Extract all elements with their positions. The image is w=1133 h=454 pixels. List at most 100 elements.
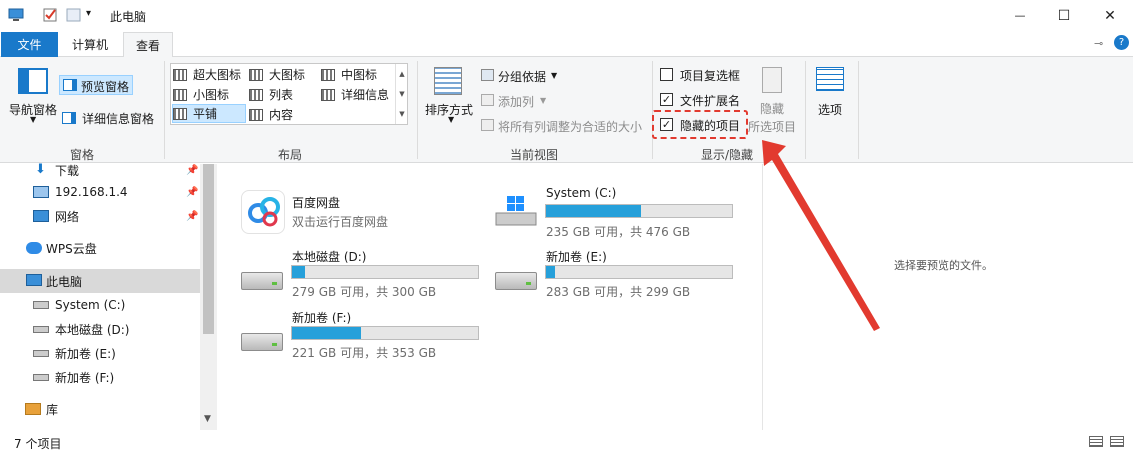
nav-item-drive-c[interactable]: System (C:) [0,293,200,317]
nav-item-this-pc[interactable]: 此电脑 [0,269,200,293]
drive-icon [495,272,537,290]
nav-item-label: System (C:) [55,298,126,312]
nav-scrollbar[interactable]: ▼ [200,164,217,430]
drive-free-space: 279 GB 可用，共 300 GB [292,285,437,299]
nav-item-downloads[interactable]: ⬇ 下载 📌 [0,158,200,182]
layout-item-label: 大图标 [269,68,306,82]
nav-item-label: 库 [46,402,59,417]
computer-icon[interactable] [8,8,24,22]
quick-access-dropdown[interactable]: ▾ [86,8,102,22]
layout-group-label: 布局 [278,148,303,162]
layout-medium-icons[interactable]: 中图标 [321,65,377,84]
options-button[interactable]: 选项 [818,101,842,118]
drive-name: 新加卷 (F:) [292,311,352,325]
drive-free-space: 235 GB 可用，共 476 GB [546,225,691,239]
drive-tile-c[interactable]: System (C:) 235 GB 可用，共 476 GB [493,186,743,239]
layout-scroll[interactable]: ▲ ▼ ▼ [395,64,408,124]
details-view-icon[interactable] [1089,436,1103,447]
help-icon[interactable]: ? [1114,35,1129,50]
details-pane-button[interactable]: 详细信息窗格 [82,110,154,127]
drive-name: System (C:) [546,186,617,200]
size-all-columns-button[interactable]: 将所有列调整为合适的大小 [498,118,642,135]
expand-icon[interactable]: ▼ [396,104,408,124]
layout-item-label: 小图标 [193,88,230,102]
nav-item-wps-cloud[interactable]: WPS云盘 [0,236,200,260]
dropdown-arrow-icon: ▼ [540,96,547,105]
scroll-down-icon[interactable]: ▼ [396,84,408,104]
nav-item-network[interactable]: 网络 📌 [0,204,200,228]
pin-ribbon-icon[interactable]: ⊸ [1094,37,1103,50]
content-area: 百度网盘 双击运行百度网盘 System (C:) 235 GB 可用，共 47… [217,164,762,430]
baidu-netdisk-item[interactable]: 百度网盘 双击运行百度网盘 [239,188,469,236]
layout-large-icons[interactable]: 大图标 [249,65,305,84]
item-checkboxes-checkbox[interactable] [660,68,673,81]
close-button[interactable]: ✕ [1087,0,1133,31]
nav-item-label: 网络 [55,209,80,224]
layout-item-label: 内容 [269,108,294,122]
new-folder-icon[interactable] [66,8,82,22]
drive-usage-bar [545,265,733,279]
layout-details[interactable]: 详细信息 [321,85,389,104]
scroll-thumb[interactable] [203,164,214,334]
tiles-icon [249,68,263,81]
pin-icon[interactable]: 📌 [186,187,198,198]
nav-item-drive-f[interactable]: 新加卷 (F:) [0,365,200,389]
drive-usage-fill [546,205,641,217]
dropdown-arrow-icon: ▼ [551,71,558,80]
nav-item-drive-d[interactable]: 本地磁盘 (D:) [0,317,200,341]
layout-extra-large-icons[interactable]: 超大图标 [173,65,241,84]
nav-item-drive-e[interactable]: 新加卷 (E:) [0,341,200,365]
add-columns-button[interactable]: 添加列 [498,93,534,110]
options-icon[interactable] [816,67,844,91]
drive-icon [241,333,283,351]
nav-item-label: 下载 [55,163,80,178]
sort-icon[interactable] [434,67,462,95]
tab-computer[interactable]: 计算机 [60,32,120,57]
tab-view[interactable]: 查看 [123,32,173,58]
preview-placeholder: 选择要预览的文件。 [894,259,993,272]
layout-list[interactable]: 列表 [249,85,293,104]
file-extensions-checkbox[interactable]: ✓ [660,93,673,106]
download-icon: ⬇ [35,162,46,177]
layout-tiles[interactable]: 平铺 [172,104,246,123]
pin-icon[interactable]: 📌 [186,165,198,176]
nav-item-192-168-1-4[interactable]: 192.168.1.4 📌 [0,180,200,204]
layout-content[interactable]: 内容 [249,105,293,124]
computer-icon [26,274,42,286]
nav-pane-icon[interactable] [18,68,48,94]
tab-file[interactable]: 文件 [1,32,58,57]
preview-pane-icon [63,79,77,91]
windows-drive-icon [495,196,537,226]
hide-selected-button[interactable]: 隐藏 [760,100,784,117]
ribbon: 导航窗格 ▼ 预览窗格 详细信息窗格 窗格 超大图标 大图标 中图标 小图标 列… [0,57,1133,163]
dropdown-arrow-icon: ▼ [30,115,37,124]
preview-pane-button[interactable]: 预览窗格 [59,75,133,95]
content-icon [249,108,263,121]
preview-pane-label: 预览窗格 [81,80,130,94]
drive-name: 本地磁盘 (D:) [292,250,367,264]
resize-columns-icon [481,119,494,131]
divider [164,61,165,159]
large-icons-view-icon[interactable] [1110,436,1124,447]
drive-tile-d[interactable]: 本地磁盘 (D:) 279 GB 可用，共 300 GB [239,246,489,299]
drive-icon [33,350,49,357]
nav-item-label: 新加卷 (F:) [55,370,115,385]
scroll-up-icon[interactable]: ▲ [396,64,408,84]
pin-icon[interactable]: 📌 [186,211,198,222]
drive-tile-e[interactable]: 新加卷 (E:) 283 GB 可用，共 299 GB [493,246,743,299]
scroll-down-icon[interactable]: ▼ [204,414,211,424]
maximize-button[interactable]: ☐ [1041,0,1087,31]
nav-item-libraries[interactable]: 库 [0,397,200,421]
layout-item-label: 详细信息 [341,88,390,102]
drive-tile-f[interactable]: 新加卷 (F:) 221 GB 可用，共 353 GB [239,307,489,360]
drive-icon [33,374,49,381]
minimize-button[interactable]: — [997,0,1043,31]
layout-gallery[interactable]: 超大图标 大图标 中图标 小图标 列表 详细信息 平铺 内容 ▲ ▼ ▼ [170,63,408,125]
drive-usage-bar [291,326,479,340]
layout-item-label: 超大图标 [193,68,242,82]
group-by-button[interactable]: 分组依据 [498,68,546,85]
layout-small-icons[interactable]: 小图标 [173,85,229,104]
drive-usage-fill [546,266,556,278]
properties-icon[interactable] [42,8,58,22]
group-by-icon [481,69,494,81]
